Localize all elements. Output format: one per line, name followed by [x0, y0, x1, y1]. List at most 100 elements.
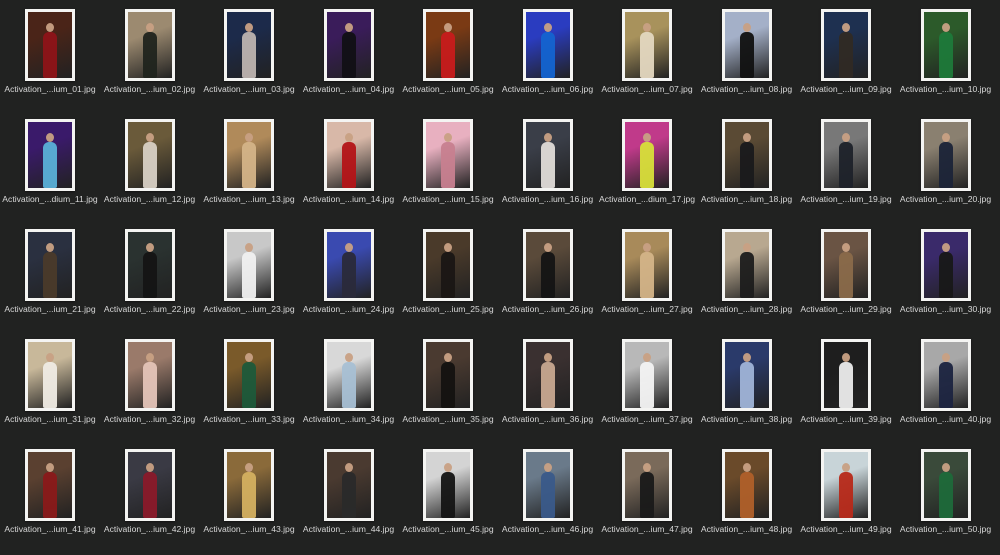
file-item[interactable]: Activation_...ium_46.jpg [498, 441, 598, 551]
file-item[interactable]: Activation_...ium_28.jpg [697, 221, 797, 331]
file-thumbnail[interactable] [721, 119, 772, 191]
file-item[interactable]: Activation_...ium_05.jpg [398, 1, 498, 111]
file-item[interactable]: Activation_...ium_02.jpg [100, 1, 200, 111]
file-item[interactable]: Activation_...ium_47.jpg [597, 441, 697, 551]
file-item[interactable]: Activation_...ium_43.jpg [199, 441, 299, 551]
file-item[interactable]: Activation_...ium_23.jpg [199, 221, 299, 331]
file-item[interactable]: Activation_...ium_25.jpg [398, 221, 498, 331]
file-thumbnail[interactable] [920, 9, 971, 81]
file-thumbnail[interactable] [124, 119, 175, 191]
file-item[interactable]: Activation_...ium_32.jpg [100, 331, 200, 441]
file-thumbnail[interactable] [522, 9, 573, 81]
file-item[interactable]: Activation_...ium_45.jpg [398, 441, 498, 551]
file-thumbnail[interactable] [124, 339, 175, 411]
file-thumbnail[interactable] [224, 229, 274, 301]
file-item[interactable]: Activation_...ium_34.jpg [299, 331, 399, 441]
file-item[interactable]: Activation_...ium_31.jpg [0, 331, 100, 441]
file-thumbnail[interactable] [821, 229, 871, 301]
file-item[interactable]: Activation_...ium_33.jpg [199, 331, 299, 441]
file-item[interactable]: Activation_...ium_48.jpg [697, 441, 797, 551]
file-thumbnail[interactable] [423, 229, 473, 301]
file-item[interactable]: Activation_...ium_49.jpg [796, 441, 896, 551]
file-thumbnail[interactable] [224, 449, 274, 521]
file-item[interactable]: Activation_...ium_15.jpg [398, 111, 498, 221]
file-thumbnail[interactable] [522, 339, 573, 411]
file-item[interactable]: Activation_...dium_11.jpg [0, 111, 100, 221]
file-item[interactable]: Activation_...ium_01.jpg [0, 1, 100, 111]
file-item[interactable]: Activation_...ium_21.jpg [0, 221, 100, 331]
file-thumbnail[interactable] [821, 339, 871, 411]
file-item[interactable]: Activation_...ium_10.jpg [896, 1, 996, 111]
file-item[interactable]: Activation_...ium_03.jpg [199, 1, 299, 111]
file-thumbnail[interactable] [920, 339, 971, 411]
file-thumbnail[interactable] [25, 229, 75, 301]
file-item[interactable]: Activation_...ium_16.jpg [498, 111, 598, 221]
file-thumbnail[interactable] [423, 339, 473, 411]
file-thumbnail[interactable] [622, 449, 672, 521]
file-thumbnail[interactable] [25, 9, 75, 81]
file-thumbnail[interactable] [721, 9, 772, 81]
file-item[interactable]: Activation_...ium_24.jpg [299, 221, 399, 331]
file-thumbnail[interactable] [124, 9, 175, 81]
file-thumbnail[interactable] [622, 9, 672, 81]
file-thumbnail[interactable] [721, 449, 772, 521]
file-item[interactable]: Activation_...ium_19.jpg [796, 111, 896, 221]
file-item[interactable]: Activation_...ium_41.jpg [0, 441, 100, 551]
file-thumbnail[interactable] [224, 9, 274, 81]
file-item[interactable]: Activation_...ium_39.jpg [796, 331, 896, 441]
file-item[interactable]: Activation_...ium_07.jpg [597, 1, 697, 111]
file-thumbnail[interactable] [721, 229, 772, 301]
file-item[interactable]: Activation_...ium_08.jpg [697, 1, 797, 111]
file-thumbnail[interactable] [323, 449, 374, 521]
file-thumbnail[interactable] [920, 229, 971, 301]
file-thumbnail[interactable] [423, 9, 473, 81]
file-thumbnail[interactable] [323, 229, 374, 301]
file-thumbnail[interactable] [622, 229, 672, 301]
file-thumbnail[interactable] [721, 339, 772, 411]
file-thumbnail[interactable] [323, 339, 374, 411]
file-thumbnail[interactable] [622, 119, 672, 191]
file-item[interactable]: Activation_...ium_35.jpg [398, 331, 498, 441]
file-item[interactable]: Activation_...ium_30.jpg [896, 221, 996, 331]
file-item[interactable]: Activation_...ium_13.jpg [199, 111, 299, 221]
file-item[interactable]: Activation_...ium_42.jpg [100, 441, 200, 551]
file-thumbnail[interactable] [920, 449, 971, 521]
file-thumbnail[interactable] [522, 449, 573, 521]
file-item[interactable]: Activation_...ium_38.jpg [697, 331, 797, 441]
file-thumbnail[interactable] [821, 119, 871, 191]
file-thumbnail[interactable] [423, 449, 473, 521]
file-item[interactable]: Activation_...ium_09.jpg [796, 1, 896, 111]
file-item[interactable]: Activation_...ium_40.jpg [896, 331, 996, 441]
file-item[interactable]: Activation_...dium_17.jpg [597, 111, 697, 221]
file-item[interactable]: Activation_...ium_04.jpg [299, 1, 399, 111]
file-thumbnail[interactable] [821, 449, 871, 521]
file-thumbnail[interactable] [124, 449, 175, 521]
file-item[interactable]: Activation_...ium_18.jpg [697, 111, 797, 221]
file-thumbnail[interactable] [25, 119, 75, 191]
file-item[interactable]: Activation_...ium_36.jpg [498, 331, 598, 441]
file-thumbnail[interactable] [821, 9, 871, 81]
file-thumbnail[interactable] [522, 229, 573, 301]
file-thumbnail[interactable] [622, 339, 672, 411]
file-item[interactable]: Activation_...ium_26.jpg [498, 221, 598, 331]
file-thumbnail[interactable] [25, 339, 75, 411]
file-thumbnail[interactable] [25, 449, 75, 521]
file-thumbnail[interactable] [323, 119, 374, 191]
file-item[interactable]: Activation_...ium_22.jpg [100, 221, 200, 331]
file-item[interactable]: Activation_...ium_44.jpg [299, 441, 399, 551]
file-thumbnail[interactable] [423, 119, 473, 191]
file-thumbnail[interactable] [124, 229, 175, 301]
file-item[interactable]: Activation_...ium_06.jpg [498, 1, 598, 111]
file-item[interactable]: Activation_...ium_29.jpg [796, 221, 896, 331]
file-item[interactable]: Activation_...ium_14.jpg [299, 111, 399, 221]
file-item[interactable]: Activation_...ium_27.jpg [597, 221, 697, 331]
file-thumbnail[interactable] [224, 339, 274, 411]
file-thumbnail[interactable] [920, 119, 971, 191]
file-thumbnail[interactable] [224, 119, 274, 191]
file-item[interactable]: Activation_...ium_37.jpg [597, 331, 697, 441]
file-thumbnail[interactable] [323, 9, 374, 81]
file-item[interactable]: Activation_...ium_12.jpg [100, 111, 200, 221]
file-item[interactable]: Activation_...ium_20.jpg [896, 111, 996, 221]
file-item[interactable]: Activation_...ium_50.jpg [896, 441, 996, 551]
file-thumbnail[interactable] [522, 119, 573, 191]
